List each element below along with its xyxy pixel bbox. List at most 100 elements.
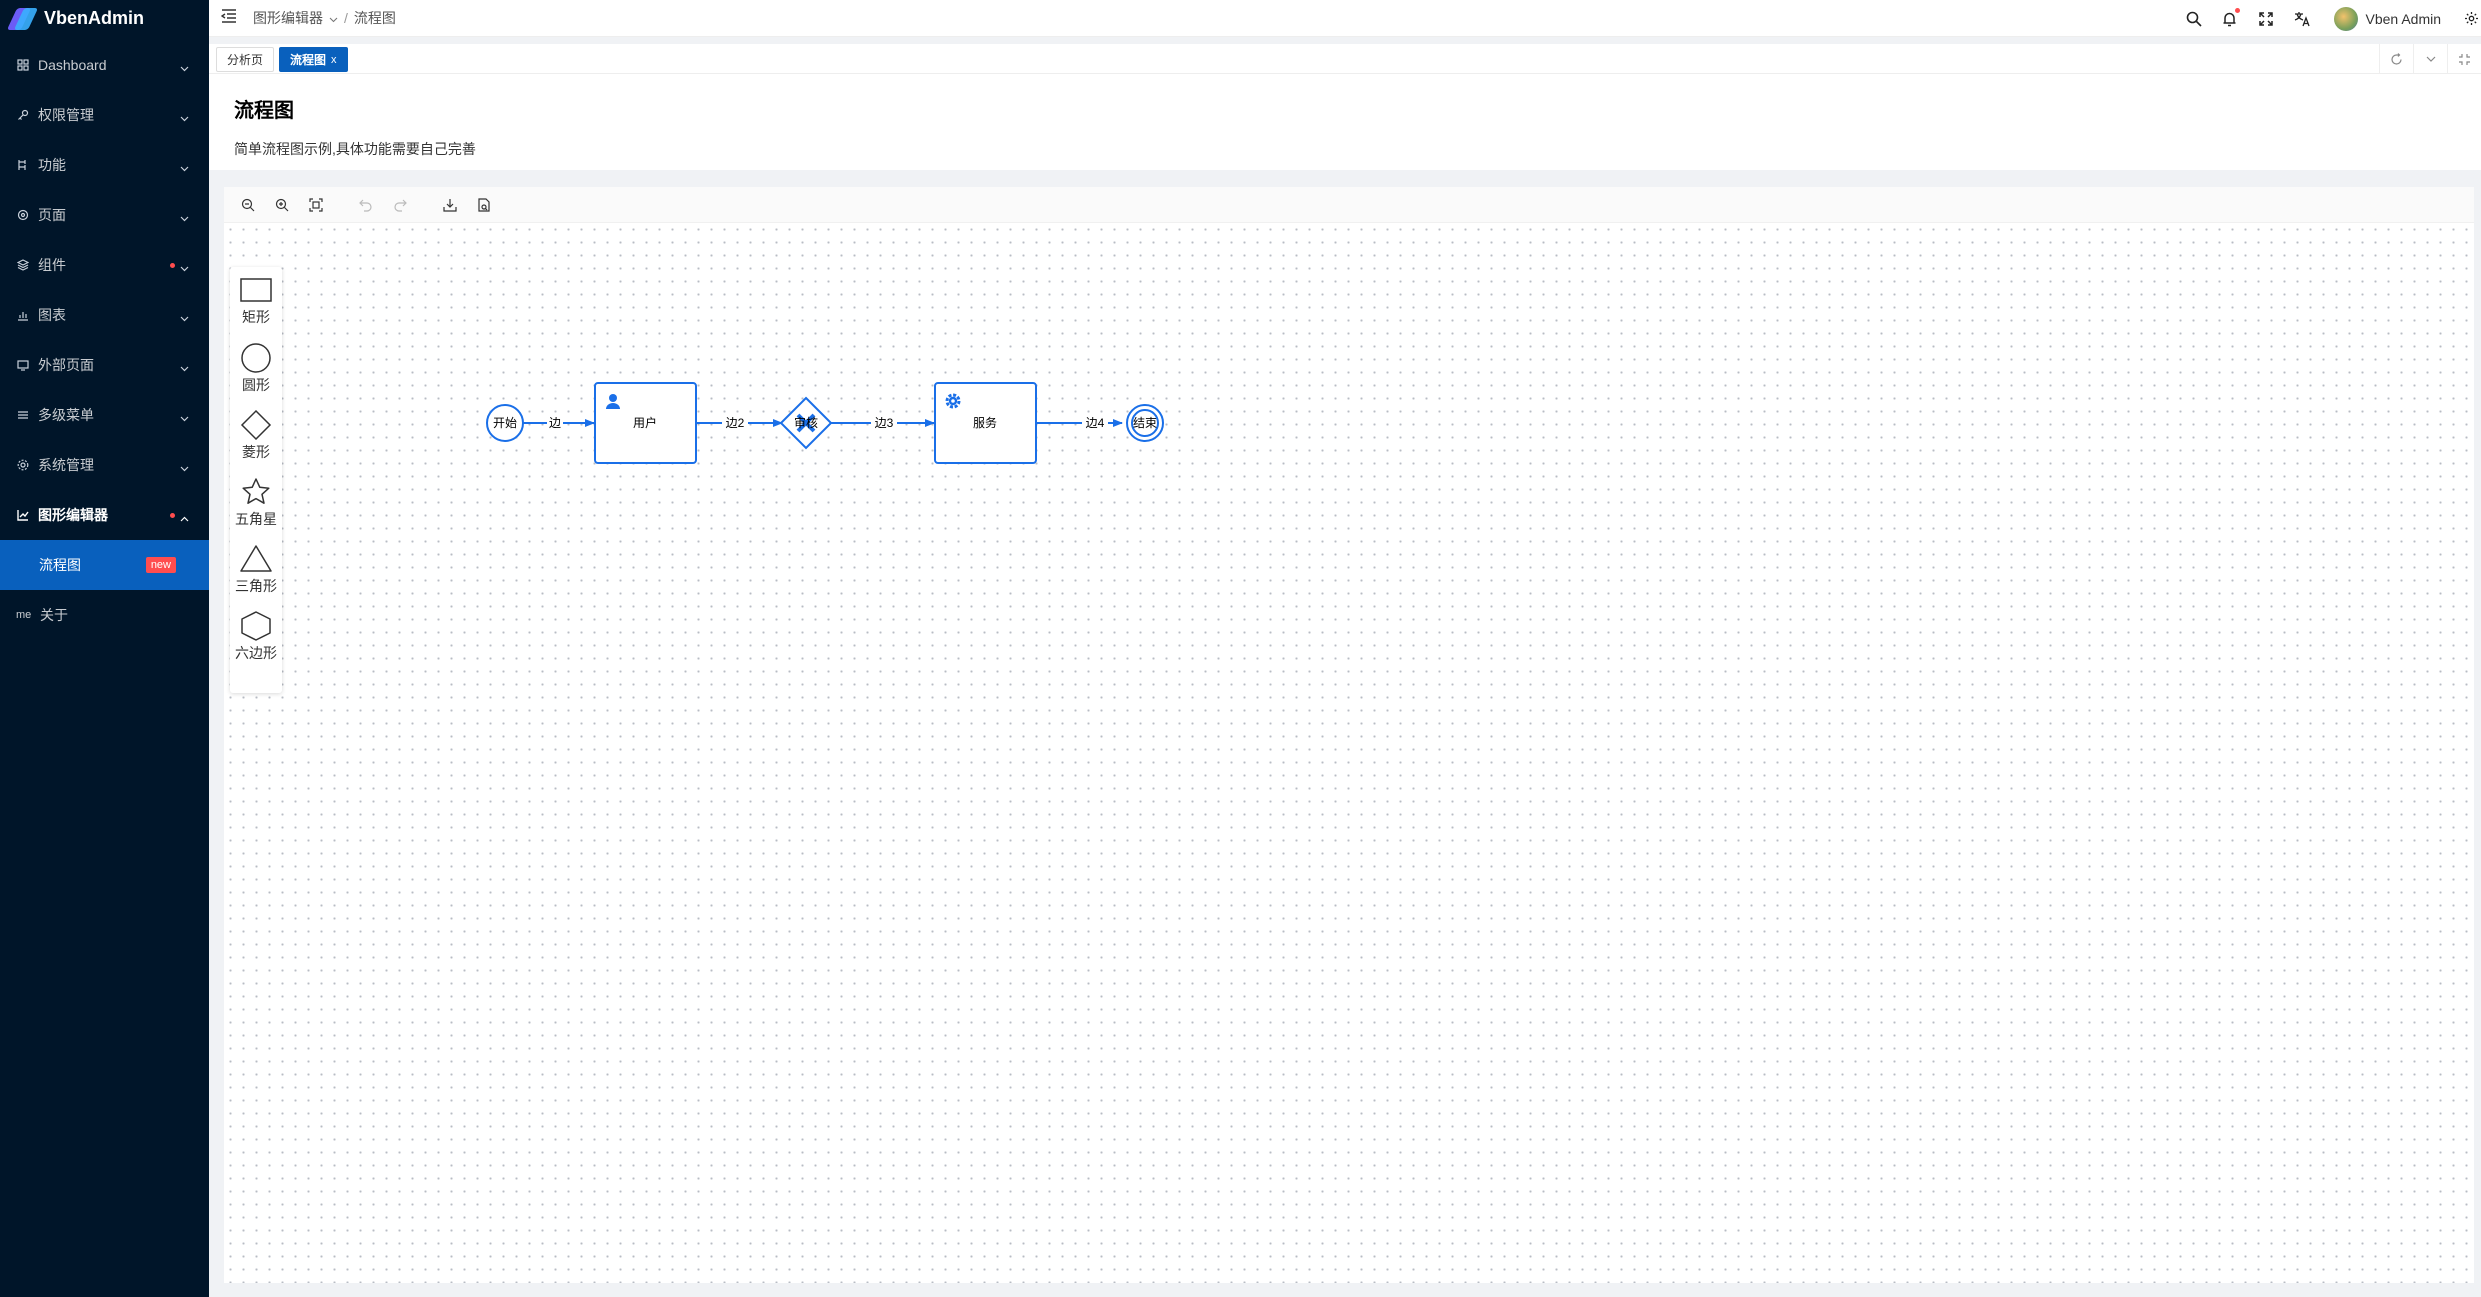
- chevron-down-icon: [180, 459, 189, 475]
- end-node[interactable]: 结束: [1126, 404, 1164, 442]
- header-actions: Vben Admin: [2176, 0, 2481, 37]
- tab-flowchart[interactable]: 流程图 x: [279, 47, 348, 72]
- logo[interactable]: VbenAdmin: [0, 0, 209, 37]
- breadcrumb-parent[interactable]: 图形编辑器: [253, 8, 323, 28]
- sidebar-item-page[interactable]: 页面: [0, 190, 209, 240]
- close-icon[interactable]: x: [331, 54, 337, 66]
- service-task-label: 服务: [973, 415, 997, 430]
- key-icon: [16, 108, 30, 122]
- bell-icon[interactable]: [2220, 7, 2240, 29]
- redo-icon[interactable]: [390, 195, 410, 215]
- vben-logo-icon: [6, 7, 39, 31]
- breadcrumb-current: 流程图: [353, 10, 396, 26]
- user-task-node[interactable]: 用户: [594, 382, 697, 464]
- list-icon: [16, 408, 30, 422]
- edge-1-label: 边: [549, 416, 561, 430]
- download-icon[interactable]: [440, 195, 460, 215]
- palette-label: 六边形: [235, 645, 277, 661]
- sidebar: VbenAdmin Dashboard 权限管理 功能 页面 组件 图表 外部页…: [0, 0, 209, 1297]
- sidebar-item-dashboard[interactable]: Dashboard: [0, 40, 209, 90]
- sidebar-item-label: 外部页面: [38, 357, 94, 373]
- sidebar-item-label: 功能: [38, 157, 66, 173]
- notification-dot: [170, 513, 175, 518]
- editor-toolbar: [224, 187, 2474, 223]
- user-task-label: 用户: [633, 415, 657, 430]
- zoom-in-icon[interactable]: [272, 195, 292, 215]
- sidebar-item-external[interactable]: 外部页面: [0, 340, 209, 390]
- gateway-label: 审核: [794, 415, 818, 430]
- sidebar-item-label: 多级菜单: [38, 407, 94, 423]
- refresh-icon[interactable]: [2379, 44, 2413, 74]
- sidebar-item-about[interactable]: me 关于: [0, 590, 209, 640]
- sidebar-item-label: Dashboard: [38, 57, 107, 73]
- start-node[interactable]: 开始: [486, 404, 524, 442]
- chevron-down-icon: [180, 209, 189, 225]
- fullscreen-icon[interactable]: [2256, 9, 2276, 29]
- avatar[interactable]: [2333, 6, 2358, 31]
- sidebar-item-label: 系统管理: [38, 457, 94, 473]
- sidebar-item-component[interactable]: 组件: [0, 240, 209, 290]
- chevron-down-icon: [180, 59, 189, 75]
- page-icon: [16, 208, 30, 222]
- sidebar-item-multilevel[interactable]: 多级菜单: [0, 390, 209, 440]
- app-name: VbenAdmin: [44, 8, 145, 28]
- notification-dot: [2234, 7, 2240, 13]
- chevron-down-icon: [180, 159, 189, 175]
- sidebar-item-label: 流程图: [39, 557, 81, 573]
- sidebar-item-function[interactable]: 功能: [0, 140, 209, 190]
- fit-view-icon[interactable]: [306, 195, 326, 215]
- sidebar-item-label: 权限管理: [38, 107, 94, 123]
- chevron-down-icon: [180, 409, 189, 425]
- translate-icon[interactable]: [2292, 9, 2312, 29]
- sidebar-item-label: 图表: [38, 307, 66, 323]
- flow-diagram: 边 边2 边3 边4 开始 用户 审核 服务 结束: [486, 382, 1164, 464]
- function-icon: [16, 158, 30, 172]
- chevron-down-icon[interactable]: [2413, 44, 2447, 74]
- edge-3-label: 边3: [875, 416, 894, 430]
- about-prefix: me: [16, 609, 32, 621]
- sidebar-item-permission[interactable]: 权限管理: [0, 90, 209, 140]
- chevron-up-icon: [180, 509, 189, 525]
- gear-icon[interactable]: [2461, 9, 2481, 29]
- header: 图形编辑器 / 流程图 Vben Admin: [209, 0, 2481, 37]
- settings-icon: [16, 458, 30, 472]
- zoom-out-icon[interactable]: [238, 195, 258, 215]
- graph-icon: [16, 508, 30, 522]
- end-node-label: 结束: [1133, 416, 1157, 430]
- fold-tabs-icon[interactable]: [2447, 44, 2481, 74]
- breadcrumb: 图形编辑器 / 流程图: [253, 8, 396, 28]
- flow-canvas[interactable]: 矩形 圆形 菱形 五角星 三角形 六边形 边 边2 边3 边4 开始 用户 审核…: [224, 223, 2474, 1283]
- menu-fold-icon[interactable]: [220, 8, 237, 28]
- monitor-icon: [16, 358, 30, 372]
- sidebar-item-label: 页面: [38, 207, 66, 223]
- sidebar-item-system[interactable]: 系统管理: [0, 440, 209, 490]
- sidebar-item-flowchart[interactable]: 流程图 new: [0, 540, 209, 590]
- edge-4-label: 边4: [1086, 416, 1105, 430]
- sidebar-item-label: 图形编辑器: [38, 507, 108, 523]
- notification-dot: [170, 263, 175, 268]
- tabs-bar: 分析页 流程图 x: [209, 44, 2481, 74]
- search-icon[interactable]: [2184, 9, 2204, 29]
- chevron-down-icon: [180, 309, 189, 325]
- component-icon: [16, 258, 30, 272]
- username[interactable]: Vben Admin: [2366, 11, 2442, 27]
- sidebar-item-graph-editor[interactable]: 图形编辑器: [0, 490, 209, 540]
- chevron-down-icon[interactable]: [329, 10, 338, 26]
- sidebar-item-label: 组件: [38, 257, 66, 273]
- chart-icon: [16, 308, 30, 322]
- tab-label: 流程图: [290, 53, 327, 67]
- page-header: 流程图 简单流程图示例,具体功能需要自己完善: [209, 74, 2481, 170]
- chevron-down-icon: [180, 109, 189, 125]
- flow-editor: 矩形 圆形 菱形 五角星 三角形 六边形 边 边2 边3 边4 开始 用户 审核…: [224, 187, 2474, 1283]
- service-task-node[interactable]: 服务: [934, 382, 1037, 464]
- gateway-node[interactable]: 审核: [779, 396, 833, 450]
- breadcrumb-separator: /: [344, 10, 348, 26]
- start-node-label: 开始: [493, 416, 517, 430]
- view-data-icon[interactable]: [474, 195, 494, 215]
- page-title: 流程图: [234, 100, 294, 122]
- dashboard-icon: [16, 58, 30, 72]
- page-description: 简单流程图示例,具体功能需要自己完善: [234, 141, 476, 157]
- undo-icon[interactable]: [356, 195, 376, 215]
- sidebar-item-chart[interactable]: 图表: [0, 290, 209, 340]
- tab-analysis[interactable]: 分析页: [216, 47, 275, 72]
